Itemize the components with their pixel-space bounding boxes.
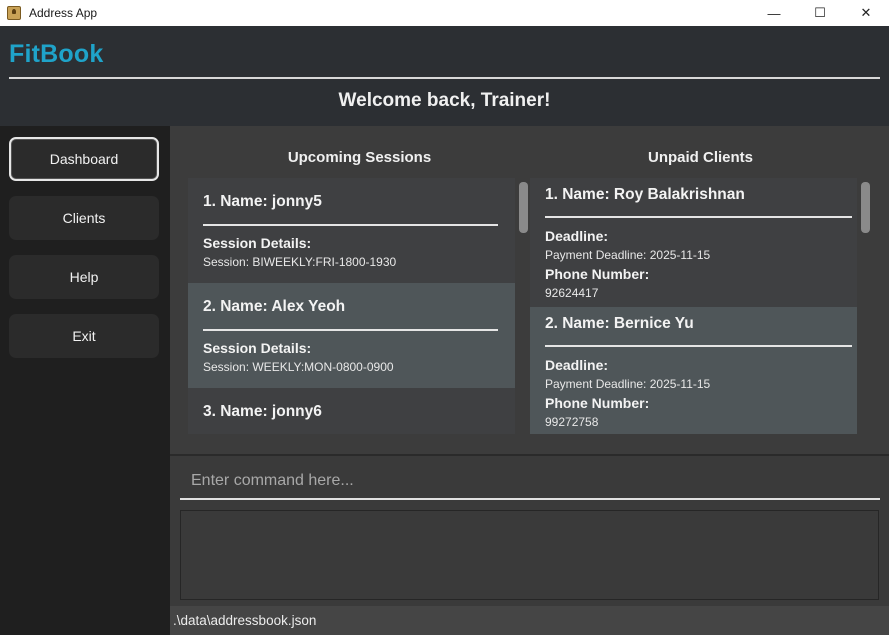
window-controls: — ☐ ✕ [751,0,889,26]
sessions-scrollbar[interactable] [519,182,528,233]
session-details: Session: WEEKLY:MON-0800-0900 [203,360,394,374]
phone-label: Phone Number: [545,395,650,411]
unpaid-scrollbar[interactable] [861,182,870,233]
payment-deadline: Payment Deadline: 2025-11-15 [545,248,711,262]
client-name: 1. Name: Roy Balakrishnan [545,186,745,203]
card-divider [545,345,852,347]
unpaid-clients-list[interactable]: 1. Name: Roy Balakrishnan Deadline: Paym… [530,178,857,434]
app-icon [7,6,21,20]
dashboard-panel: Upcoming Sessions Unpaid Clients 1. Name… [170,126,889,454]
session-card[interactable]: 3. Name: jonny6 [188,388,515,434]
help-button[interactable]: Help [9,255,159,299]
session-details-label: Session Details: [203,235,312,251]
sessions-list[interactable]: 1. Name: jonny5 Session Details: Session… [188,178,515,434]
exit-button[interactable]: Exit [9,314,159,358]
deadline-label: Deadline: [545,228,609,244]
client-name: 2. Name: Bernice Yu [545,315,694,332]
session-card[interactable]: 1. Name: jonny5 Session Details: Session… [188,178,515,283]
session-name: 1. Name: jonny5 [203,193,322,210]
command-input[interactable] [180,464,880,500]
session-name: 2. Name: Alex Yeoh [203,298,346,315]
app-header: FitBook Welcome back, Trainer! [0,26,889,126]
phone-number: 99272758 [545,415,599,429]
welcome-message: Welcome back, Trainer! [338,90,551,111]
maximize-button[interactable]: ☐ [797,0,843,26]
card-divider [545,216,852,218]
card-divider [203,224,498,226]
session-name: 3. Name: jonny6 [203,403,322,420]
header-divider [9,77,880,79]
minimize-button[interactable]: — [751,0,797,26]
clients-button[interactable]: Clients [9,196,159,240]
payment-deadline: Payment Deadline: 2025-11-15 [545,377,711,391]
phone-number: 92624417 [545,286,599,300]
save-location: .\data\addressbook.json [173,613,317,628]
command-box [170,454,889,506]
close-button[interactable]: ✕ [843,0,889,26]
session-details-label: Session Details: [203,340,312,356]
session-card[interactable]: 2. Name: Alex Yeoh Session Details: Sess… [188,283,515,388]
status-bar: .\data\addressbook.json [170,606,889,635]
result-display[interactable] [180,510,879,600]
dashboard-button[interactable]: Dashboard [9,137,159,181]
session-details: Session: BIWEEKLY:FRI-1800-1930 [203,255,397,269]
sidebar: Dashboard Clients Help Exit [0,126,170,635]
deadline-label: Deadline: [545,357,609,373]
window-title: Address App [29,6,98,20]
card-divider [203,329,498,331]
client-card[interactable]: 1. Name: Roy Balakrishnan Deadline: Paym… [530,178,857,307]
client-card[interactable]: 2. Name: Bernice Yu Deadline: Payment De… [530,307,857,434]
phone-label: Phone Number: [545,266,650,282]
brand-title: FitBook [9,40,104,68]
upcoming-sessions-title: Upcoming Sessions [287,149,432,166]
window-title-bar: Address App — ☐ ✕ [0,0,889,26]
unpaid-clients-title: Unpaid Clients [647,149,753,166]
